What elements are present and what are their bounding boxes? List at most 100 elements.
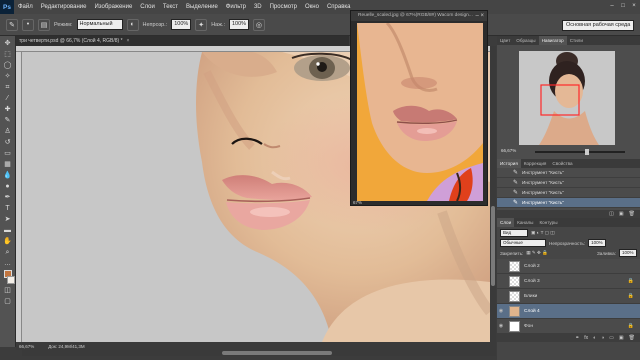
layer-name: Фон bbox=[524, 323, 533, 329]
healing-tool-icon[interactable]: ✚ bbox=[2, 105, 13, 114]
crop-tool-icon[interactable]: ⌗ bbox=[2, 83, 13, 92]
adjustment-icon[interactable]: ◑ bbox=[601, 335, 604, 341]
history-item[interactable]: ✎ Инструмент "Кисть" bbox=[497, 178, 640, 188]
pen-tool-icon[interactable]: ✒ bbox=[2, 193, 13, 202]
eye-icon[interactable]: ◉ bbox=[497, 323, 505, 329]
zoom-readout[interactable]: 66,67% bbox=[19, 344, 34, 349]
slider-knob[interactable] bbox=[585, 149, 589, 155]
lasso-tool-icon[interactable]: ◯ bbox=[2, 61, 13, 70]
scrollbar-thumb[interactable] bbox=[222, 351, 332, 355]
screen-mode-icon[interactable]: ▢ bbox=[2, 297, 13, 306]
quick-select-tool-icon[interactable]: ✧ bbox=[2, 72, 13, 81]
more-tools-icon[interactable]: … bbox=[2, 259, 13, 268]
mask-icon[interactable]: ◐ bbox=[593, 335, 596, 341]
tab-swatches[interactable]: Образцы bbox=[513, 36, 538, 45]
link-icon[interactable]: ⚭ bbox=[575, 335, 579, 341]
clone-stamp-tool-icon[interactable]: ♙ bbox=[2, 127, 13, 136]
dodge-tool-icon[interactable]: ● bbox=[2, 182, 13, 191]
tab-channels[interactable]: Каналы bbox=[514, 218, 536, 227]
new-document-icon[interactable]: ▣ bbox=[619, 211, 624, 217]
type-tool-icon[interactable]: T bbox=[2, 204, 13, 213]
canvas-vertical-scrollbar[interactable] bbox=[490, 46, 496, 342]
brush-panel-icon[interactable]: ▤ bbox=[38, 18, 50, 31]
layer-row[interactable]: Слой 2 bbox=[497, 259, 640, 274]
shape-tool-icon[interactable]: ▬ bbox=[2, 226, 13, 235]
tab-properties[interactable]: Свойства bbox=[549, 159, 575, 168]
menu-window[interactable]: Окно bbox=[301, 4, 323, 10]
tab-layers[interactable]: Слои bbox=[497, 218, 515, 227]
canvas-horizontal-scrollbar[interactable] bbox=[22, 350, 496, 356]
reference-window-title[interactable]: Reuelle_scaled.jpg @ 67%(RGB/8#) Wacom d… bbox=[351, 11, 487, 21]
menu-layers[interactable]: Слои bbox=[136, 4, 159, 10]
tab-styles[interactable]: Стили bbox=[567, 36, 586, 45]
brush-tool-icon[interactable]: ✎ bbox=[6, 18, 18, 31]
path-select-tool-icon[interactable]: ➤ bbox=[2, 215, 13, 224]
history-item[interactable]: ✎ Инструмент "Кисть" bbox=[497, 198, 640, 208]
layer-row[interactable]: ◉ Слой 4 bbox=[497, 304, 640, 319]
blend-mode-select[interactable]: Обычные bbox=[500, 239, 546, 247]
document-tab[interactable]: три четверти.psd @ 66,7% (Слой 4, RGB/8)… bbox=[16, 36, 349, 46]
navigator-zoom-readout[interactable]: 66,67% bbox=[501, 148, 516, 153]
menu-image[interactable]: Изображение bbox=[90, 4, 136, 10]
opacity-field[interactable]: 100% bbox=[171, 19, 192, 30]
size-pressure-icon[interactable]: ◎ bbox=[252, 18, 265, 31]
lock-icons[interactable]: ▦ ✎ ✥ 🔒 bbox=[526, 250, 548, 256]
reference-image-window[interactable]: Reuelle_scaled.jpg @ 67%(RGB/8#) Wacom d… bbox=[350, 10, 488, 206]
eyedropper-tool-icon[interactable]: ⁄ bbox=[2, 94, 13, 103]
menu-edit[interactable]: Редактирование bbox=[37, 4, 91, 10]
history-brush-tool-icon[interactable]: ↺ bbox=[2, 138, 13, 147]
airbrush-icon[interactable]: ✦ bbox=[195, 18, 208, 31]
gradient-tool-icon[interactable]: ▦ bbox=[2, 160, 13, 169]
navigator-zoom-slider[interactable] bbox=[535, 149, 625, 155]
brush-tool-icon[interactable]: ✎ bbox=[2, 116, 13, 125]
mode-select[interactable]: Нормальный bbox=[76, 19, 123, 30]
layer-row[interactable]: ◉ Фон 🔒 bbox=[497, 319, 640, 334]
layer-row[interactable]: Слой 3 🔒 bbox=[497, 274, 640, 289]
menu-3d[interactable]: 3D bbox=[250, 4, 266, 10]
background-color-swatch[interactable] bbox=[6, 276, 15, 284]
tools-panel: ✥ ⬚ ◯ ✧ ⌗ ⁄ ✚ ✎ ♙ ↺ ▭ ▦ 💧 ● ✒ T ➤ ▬ ✋ ⌕ … bbox=[0, 36, 16, 347]
new-snapshot-icon[interactable]: ◫ bbox=[609, 211, 614, 217]
layer-kind-filter[interactable]: Вид bbox=[500, 229, 528, 237]
fx-icon[interactable]: fx bbox=[584, 335, 588, 341]
eraser-tool-icon[interactable]: ▭ bbox=[2, 149, 13, 158]
opacity-pressure-icon[interactable]: ◐ bbox=[126, 18, 139, 31]
tab-history[interactable]: История bbox=[497, 159, 521, 168]
navigator-thumbnail[interactable] bbox=[519, 51, 615, 145]
new-layer-icon[interactable]: ▣ bbox=[619, 335, 624, 341]
hand-tool-icon[interactable]: ✋ bbox=[2, 237, 13, 246]
folder-icon[interactable]: ▭ bbox=[609, 335, 614, 341]
menu-text[interactable]: Текст bbox=[159, 4, 182, 10]
filter-icons[interactable]: ▣ ◐ T ▢ ◫ bbox=[531, 230, 555, 236]
layer-opacity-field[interactable]: 100% bbox=[588, 239, 607, 247]
tab-paths[interactable]: Контуры bbox=[536, 218, 560, 227]
history-item[interactable]: ✎ Инструмент "Кисть" bbox=[497, 168, 640, 178]
close-button[interactable]: × bbox=[630, 2, 638, 10]
brush-preset-icon[interactable]: • bbox=[22, 18, 34, 31]
flow-field[interactable]: 100% bbox=[228, 19, 249, 30]
eye-icon[interactable]: ◉ bbox=[497, 308, 505, 314]
reference-window-controls[interactable]: – × bbox=[475, 11, 484, 21]
menu-filter[interactable]: Фильтр bbox=[222, 4, 250, 10]
move-tool-icon[interactable]: ✥ bbox=[2, 39, 13, 48]
trash-icon[interactable]: 🗑 bbox=[629, 335, 635, 341]
layer-row[interactable]: Блики 🔒 bbox=[497, 289, 640, 304]
tab-navigator[interactable]: Навигатор bbox=[538, 36, 567, 45]
workspace-select[interactable]: Основная рабочая среда bbox=[562, 20, 634, 31]
blur-tool-icon[interactable]: 💧 bbox=[2, 171, 13, 180]
marquee-tool-icon[interactable]: ⬚ bbox=[2, 50, 13, 59]
menu-select[interactable]: Выделение bbox=[182, 4, 222, 10]
history-item[interactable]: ✎ Инструмент "Кисть" bbox=[497, 188, 640, 198]
minimize-button[interactable]: – bbox=[608, 2, 616, 10]
zoom-tool-icon[interactable]: ⌕ bbox=[2, 248, 13, 257]
quick-mask-icon[interactable]: ◫ bbox=[2, 286, 13, 295]
menu-view[interactable]: Просмотр bbox=[266, 4, 301, 10]
tab-color[interactable]: Цвет bbox=[497, 36, 513, 45]
layer-fill-field[interactable]: 100% bbox=[619, 249, 637, 257]
document-tab-close-icon[interactable]: × bbox=[127, 36, 130, 46]
tab-adjustments[interactable]: Коррекция bbox=[521, 159, 550, 168]
menu-file[interactable]: Файл bbox=[14, 4, 37, 10]
scrollbar-thumb[interactable] bbox=[491, 206, 495, 286]
maximize-button[interactable]: □ bbox=[619, 2, 627, 10]
trash-icon[interactable]: 🗑 bbox=[629, 211, 635, 217]
